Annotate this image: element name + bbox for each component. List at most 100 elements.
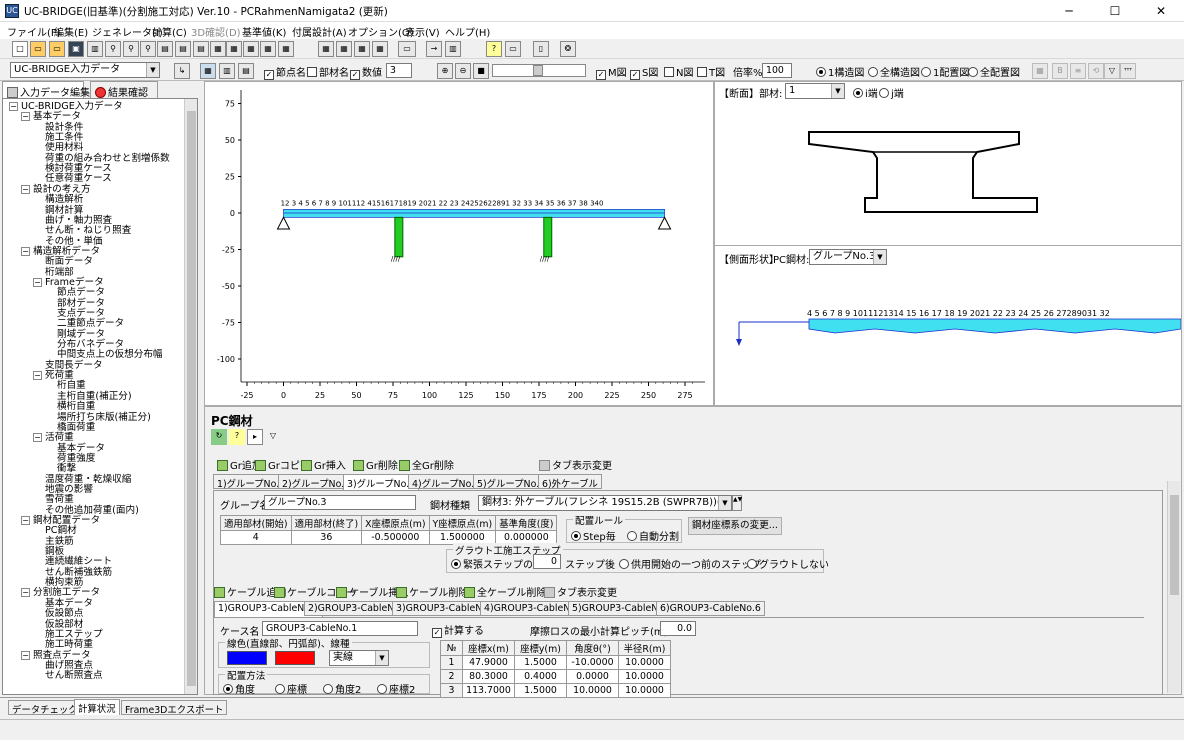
arc-color-swatch[interactable]: [275, 651, 315, 665]
coord-table-cell[interactable]: 0.4000: [514, 669, 567, 684]
filter-icon[interactable]: ▽: [1104, 63, 1120, 79]
n-fig-toggle[interactable]: N図: [664, 64, 693, 79]
tree-node[interactable]: 二重節点データ: [57, 319, 124, 329]
tree-node[interactable]: 連続繊維シート: [45, 557, 112, 567]
tree-expander-icon[interactable]: −: [33, 433, 42, 443]
tree-node[interactable]: 衝撃: [57, 464, 76, 474]
apply-icon[interactable]: ▸: [247, 429, 263, 445]
tree-node[interactable]: 活荷重: [45, 433, 74, 443]
tree-mode-icon[interactable]: ↳: [174, 63, 190, 79]
radio-j-end[interactable]: j端: [879, 85, 904, 100]
cable_tabs-6[interactable]: 6)GROUP3-CableNo.6: [656, 601, 765, 616]
tree-node[interactable]: 中間支点上の仮想分布幅: [57, 350, 163, 360]
tree-node[interactable]: 桁自重: [57, 381, 86, 391]
layout1-icon[interactable]: ▦: [200, 63, 216, 79]
tree-icon[interactable]: ▦: [260, 41, 276, 57]
delete-icon[interactable]: ▥: [87, 41, 103, 57]
3d-icon[interactable]: ▭: [398, 41, 416, 57]
report3-icon[interactable]: ▦: [243, 41, 259, 57]
radio-one-structure[interactable]: 1構造図: [816, 64, 864, 79]
tree-node[interactable]: 断面データ: [45, 257, 93, 267]
tree-node[interactable]: PC鋼材: [45, 526, 77, 536]
fit-view-icon[interactable]: ■: [473, 63, 489, 79]
save-icon[interactable]: ▣: [68, 41, 84, 57]
arrow-icon[interactable]: →: [426, 41, 442, 57]
menu-view[interactable]: 表示(V): [405, 24, 440, 39]
coord-table-cell[interactable]: 47.9000: [462, 655, 515, 670]
zoom-out-icon[interactable]: ⚲: [140, 41, 156, 57]
report-icon[interactable]: ▦: [210, 41, 226, 57]
print3-icon[interactable]: ▤: [193, 41, 209, 57]
zoom-in-icon[interactable]: ⊕: [437, 63, 453, 79]
tree-node[interactable]: 仮設節点: [45, 609, 83, 619]
maximize-button[interactable]: ☐: [1092, 0, 1138, 22]
layout2-icon[interactable]: ▥: [219, 63, 235, 79]
tree-expander-icon[interactable]: −: [21, 112, 30, 122]
coord-table-cell[interactable]: 80.3000: [462, 669, 515, 684]
grp_tabs-6[interactable]: 6)外ケーブル: [538, 474, 602, 490]
open-folder-icon[interactable]: ▭: [30, 41, 46, 57]
tree-expander-icon[interactable]: −: [33, 371, 42, 381]
radio-coord[interactable]: 座標: [275, 681, 307, 696]
line-type-select[interactable]: 実線 ▼: [329, 650, 389, 666]
radio-angle[interactable]: 角度: [223, 681, 255, 696]
calc-toggle[interactable]: ✓ 計算する: [432, 622, 484, 638]
print-icon[interactable]: ▤: [157, 41, 173, 57]
tree-scroll-thumb[interactable]: [187, 111, 196, 686]
rotate-icon[interactable]: ⟲: [1088, 63, 1104, 79]
grp_buttons-btn-4[interactable]: 全Gr削除: [399, 457, 454, 472]
m-fig-toggle[interactable]: ✓ M図: [596, 64, 627, 80]
case-name-input[interactable]: GROUP3-CableNo.1: [262, 621, 418, 636]
settings-icon[interactable]: ❂: [560, 41, 576, 57]
radio-step[interactable]: Step毎: [571, 528, 616, 543]
align-icon[interactable]: ≡: [1070, 63, 1086, 79]
s-fig-toggle[interactable]: ✓ S図: [630, 64, 658, 80]
node-name-toggle[interactable]: ✓ 節点名: [264, 64, 306, 80]
coord-table-cell[interactable]: 1.5000: [514, 655, 567, 670]
group-name-input[interactable]: グループNo.3: [264, 495, 416, 510]
radio-grout-open[interactable]: 供用開始の一つ前のステップ: [619, 556, 761, 571]
tree-node[interactable]: 使用材料: [45, 143, 83, 153]
zoom-slider-thumb[interactable]: [533, 65, 543, 76]
coord-table-cell[interactable]: 10.0000: [618, 683, 671, 698]
grp_buttons-btn-2[interactable]: Gr挿入: [301, 457, 346, 472]
print2-icon[interactable]: ▤: [175, 41, 191, 57]
steel-type-spin[interactable]: ▲▼: [732, 495, 742, 511]
section-member-select[interactable]: 1 ▼: [785, 83, 845, 99]
member-name-toggle[interactable]: 部材名: [307, 64, 349, 79]
menu-calc[interactable]: 計算(C): [152, 24, 187, 39]
zoom-in-icon[interactable]: ⚲: [123, 41, 139, 57]
tab-input-edit[interactable]: 入力データ編集: [2, 81, 90, 99]
open-sample-icon[interactable]: ▭: [49, 41, 65, 57]
zoom-slider[interactable]: [492, 64, 586, 77]
steel-type-select[interactable]: 鋼材3: 外ケーブル(フレシネ 19S15.2B (SWPR7B))(外ケーブル…: [478, 495, 732, 511]
tree-expander-icon[interactable]: −: [9, 102, 18, 111]
coord-table-cell[interactable]: 10.0000: [618, 655, 671, 670]
editor-scrollbar[interactable]: [1167, 481, 1180, 693]
change-coord-button[interactable]: 鋼材座標系の変更...: [688, 517, 782, 535]
info-icon[interactable]: ▭: [505, 41, 521, 57]
app-icon[interactable]: UC: [5, 4, 19, 18]
coord-table-cell[interactable]: 1.5000: [514, 683, 567, 698]
zoom-icon[interactable]: ⚲: [105, 41, 121, 57]
radio-angle2[interactable]: 角度2: [323, 681, 361, 696]
tree-node[interactable]: せん断・ねじり照査: [45, 226, 131, 236]
structure-plot-pane[interactable]: 75 50 25 0 -25 -50 -75 -100 -25 0 25 50 75 100 125 150 1…: [204, 81, 714, 406]
cable_buttons-btn-3[interactable]: ケーブル削除: [396, 584, 468, 599]
more-icon[interactable]: ᵀᵀᵀ: [1120, 63, 1136, 79]
side-cable-select[interactable]: グループNo.3 ▼: [809, 249, 887, 265]
tree-expander-icon[interactable]: −: [21, 516, 30, 525]
radio-all-structure[interactable]: 全構造図: [868, 64, 920, 79]
structure-plot[interactable]: 7550250-25-50-75-100-25 0 25 50 75 100 125 150 1…: [205, 82, 713, 405]
tree-scrollbar[interactable]: [184, 99, 197, 694]
group-table-cell[interactable]: 4: [220, 530, 292, 545]
tree-node[interactable]: 節点データ: [57, 288, 105, 298]
help-icon[interactable]: ?: [229, 429, 245, 445]
chart-icon[interactable]: ▥: [445, 41, 461, 57]
tree-expander-icon[interactable]: −: [21, 184, 30, 194]
pin-icon[interactable]: ▽: [265, 429, 281, 445]
radio-grout-none[interactable]: グラウトしない: [747, 556, 829, 571]
cable_buttons-btn-4[interactable]: 全ケーブル削除: [464, 584, 546, 599]
straight-color-swatch[interactable]: [227, 651, 267, 665]
menu-help[interactable]: ヘルプ(H): [445, 24, 490, 39]
